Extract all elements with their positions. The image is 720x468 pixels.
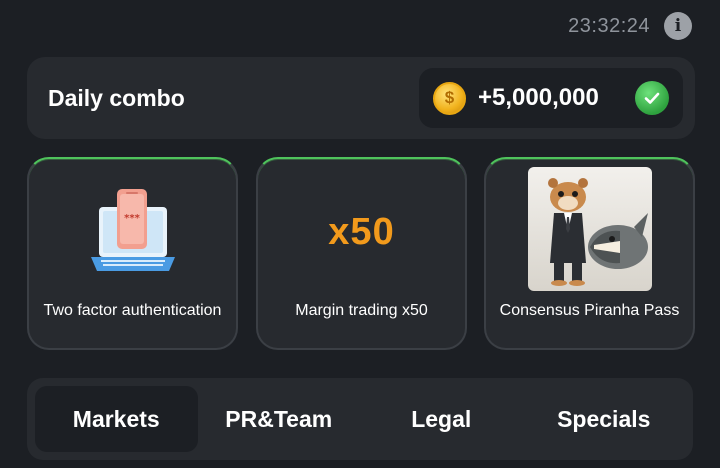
combo-cards: *** Two factor authentication x50 Margin… <box>27 157 695 350</box>
clock-time: 23:32:24 <box>568 14 650 37</box>
tab-specials[interactable]: Specials <box>523 386 686 452</box>
combo-card-margin-trading[interactable]: x50 Margin trading x50 <box>256 157 467 350</box>
svg-text:***: *** <box>124 213 140 224</box>
card-label: Consensus Piranha Pass <box>499 302 680 319</box>
card-label: Margin trading x50 <box>295 302 428 319</box>
tab-markets[interactable]: Markets <box>35 386 198 452</box>
coin-icon: $ <box>433 81 466 115</box>
combo-reward-pill: $ +5,000,000 <box>419 68 683 128</box>
card-label: Two factor authentication <box>43 302 222 319</box>
x50-art: x50 <box>328 211 395 253</box>
info-icon[interactable]: i <box>664 12 692 40</box>
daily-combo-title: Daily combo <box>48 84 185 111</box>
top-bar: 23:32:24 i <box>568 8 692 44</box>
check-icon <box>635 81 669 115</box>
combo-reward-amount: +5,000,000 <box>478 84 599 111</box>
laptop-phone-icon: *** <box>90 189 175 271</box>
combo-card-piranha-pass[interactable]: Consensus Piranha Pass <box>484 157 695 350</box>
category-tabs: Markets PR&Team Legal Specials <box>27 378 693 460</box>
tab-pr-team[interactable]: PR&Team <box>198 386 361 452</box>
daily-combo-bar: Daily combo $ +5,000,000 <box>27 57 695 139</box>
tab-legal[interactable]: Legal <box>360 386 523 452</box>
hamster-piranha-image <box>527 167 652 291</box>
combo-card-two-factor[interactable]: *** Two factor authentication <box>27 157 238 350</box>
